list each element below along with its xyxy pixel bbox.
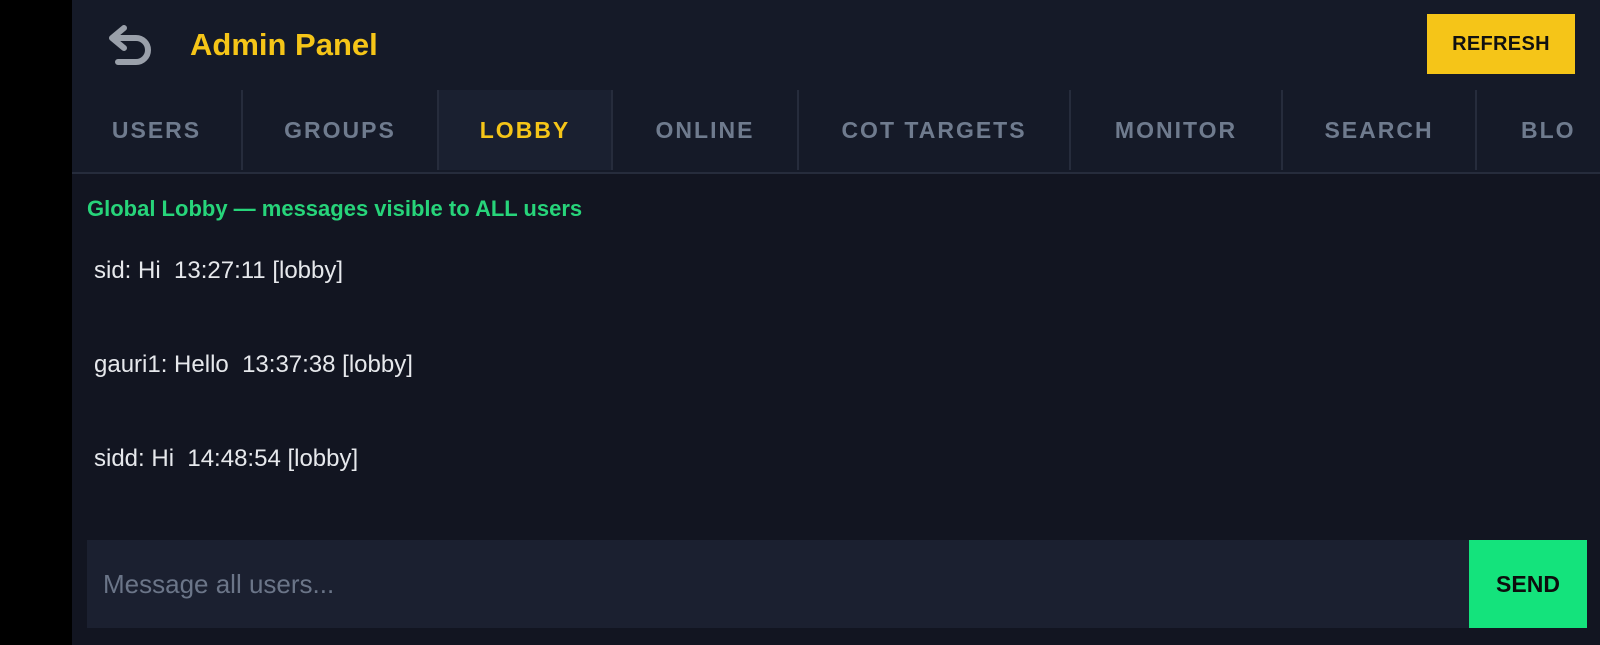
admin-panel-app: Admin Panel REFRESH USERS GROUPS LOBBY O… [72, 0, 1600, 645]
back-button[interactable] [106, 22, 156, 68]
message-input[interactable] [87, 540, 1469, 628]
refresh-button[interactable]: REFRESH [1427, 14, 1575, 74]
tab-groups[interactable]: GROUPS [243, 90, 439, 170]
message-composer: SEND [87, 540, 1587, 628]
message-item: sidd: Hi 14:48:54 [lobby] [94, 445, 359, 472]
message-item: sid: Hi 13:27:11 [lobby] [94, 257, 344, 284]
send-button[interactable]: SEND [1469, 540, 1587, 628]
page-title: Admin Panel [190, 27, 378, 62]
tab-search[interactable]: SEARCH [1283, 90, 1477, 170]
message-item: gauri1: Hello 13:37:38 [lobby] [94, 351, 413, 378]
tab-bar: USERS GROUPS LOBBY ONLINE COT TARGETS MO… [72, 90, 1600, 174]
tab-users[interactable]: USERS [72, 90, 243, 170]
tab-lobby[interactable]: LOBBY [439, 90, 613, 170]
undo-arrow-icon [109, 25, 151, 65]
tab-blo[interactable]: BLO [1477, 90, 1600, 170]
lobby-banner: Global Lobby — messages visible to ALL u… [87, 196, 583, 221]
header-bar: Admin Panel REFRESH [72, 0, 1600, 90]
message-list: sid: Hi 13:27:11 [lobby] gauri1: Hello 1… [94, 250, 1574, 532]
tab-cot-targets[interactable]: COT TARGETS [799, 90, 1071, 170]
tab-monitor[interactable]: MONITOR [1071, 90, 1283, 170]
tab-online[interactable]: ONLINE [613, 90, 799, 170]
